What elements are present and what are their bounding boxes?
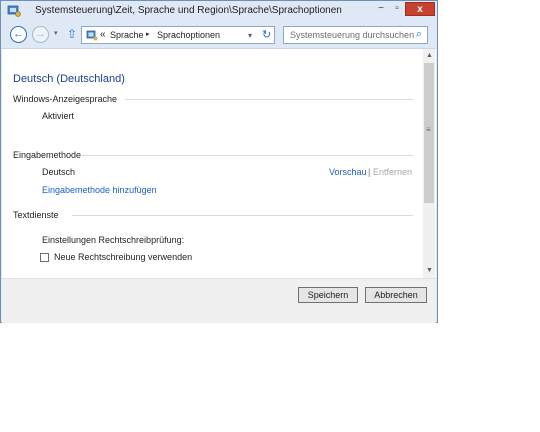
up-arrow-icon: ⇧ bbox=[67, 27, 78, 41]
content-pane: Deutsch (Deutschland) Windows-Anzeigespr… bbox=[2, 48, 436, 279]
section-title-input-method: Eingabemethode bbox=[13, 150, 82, 160]
spellcheck-settings-label: Einstellungen Rechtschreibprüfung: bbox=[42, 235, 185, 245]
link-separator: | bbox=[368, 167, 371, 177]
dialog-footer: Speichern Abbrechen bbox=[2, 278, 436, 323]
address-bar[interactable]: « Sprache ▸ Sprachoptionen ▾ ↻ bbox=[81, 26, 275, 44]
search-input[interactable]: Systemsteuerung durchsuchen ⌕ bbox=[283, 26, 428, 44]
new-spelling-checkbox[interactable] bbox=[40, 253, 49, 262]
minimize-button[interactable]: − bbox=[373, 2, 389, 16]
breadcrumb-separator-icon[interactable]: ▸ bbox=[146, 30, 150, 38]
maximize-button[interactable]: ▫ bbox=[389, 2, 405, 16]
breadcrumb-sprache[interactable]: Sprache bbox=[110, 30, 144, 40]
window: Systemsteuerung\Zeit, Sprache und Region… bbox=[0, 0, 438, 323]
back-button[interactable]: ← bbox=[10, 26, 27, 43]
close-icon: x bbox=[417, 4, 423, 15]
new-spelling-label[interactable]: Neue Rechtschreibung verwenden bbox=[54, 252, 192, 262]
input-method-name: Deutsch bbox=[42, 167, 76, 177]
maximize-icon: ▫ bbox=[395, 3, 399, 14]
save-button[interactable]: Speichern bbox=[298, 287, 358, 303]
add-input-method-link[interactable]: Eingabemethode hinzufügen bbox=[42, 185, 157, 195]
section-title-text-services: Textdienste bbox=[13, 210, 59, 220]
back-arrow-icon: ← bbox=[13, 28, 24, 40]
search-icon[interactable]: ⌕ bbox=[416, 28, 422, 41]
minimize-icon: − bbox=[378, 3, 384, 14]
scrollbar-thumb[interactable]: ≡ bbox=[424, 63, 434, 203]
remove-link: Entfernen bbox=[373, 167, 413, 177]
scroll-down-icon[interactable]: ▼ bbox=[426, 267, 433, 274]
section-divider bbox=[72, 215, 413, 216]
forward-button[interactable]: → bbox=[32, 26, 49, 43]
chevron-down-icon: ▾ bbox=[54, 30, 58, 37]
forward-arrow-icon: → bbox=[35, 28, 46, 40]
navigation-bar: ← → ▾ ⇧ « Sprache ▸ Sprachoptionen ▾ ↻ S… bbox=[1, 22, 437, 48]
cancel-button[interactable]: Abbrechen bbox=[365, 287, 427, 303]
preview-link[interactable]: Vorschau bbox=[329, 167, 367, 177]
page-title: Deutsch (Deutschland) bbox=[13, 73, 125, 85]
control-panel-icon bbox=[86, 30, 98, 41]
title-bar[interactable]: Systemsteuerung\Zeit, Sprache und Region… bbox=[1, 1, 437, 21]
window-title: Systemsteuerung\Zeit, Sprache und Region… bbox=[35, 5, 342, 16]
close-button[interactable]: x bbox=[405, 2, 435, 16]
search-placeholder: Systemsteuerung durchsuchen bbox=[290, 30, 415, 40]
breadcrumb-sprachoptionen[interactable]: Sprachoptionen bbox=[157, 30, 220, 40]
section-divider bbox=[82, 155, 413, 156]
up-button[interactable]: ⇧ bbox=[67, 27, 77, 41]
grip-icon: ≡ bbox=[426, 125, 431, 134]
display-language-status: Aktiviert bbox=[42, 111, 75, 121]
section-divider bbox=[125, 99, 413, 100]
vertical-scrollbar[interactable]: ▲ ≡ ▼ bbox=[423, 49, 435, 279]
address-overflow-button[interactable]: « bbox=[100, 29, 106, 40]
address-dropdown-icon[interactable]: ▾ bbox=[248, 31, 252, 40]
recent-locations-button[interactable]: ▾ bbox=[54, 29, 58, 37]
control-panel-icon bbox=[7, 5, 21, 17]
scroll-up-icon[interactable]: ▲ bbox=[426, 52, 433, 59]
section-title-display-language: Windows-Anzeigesprache bbox=[13, 94, 118, 104]
refresh-icon[interactable]: ↻ bbox=[262, 28, 271, 41]
